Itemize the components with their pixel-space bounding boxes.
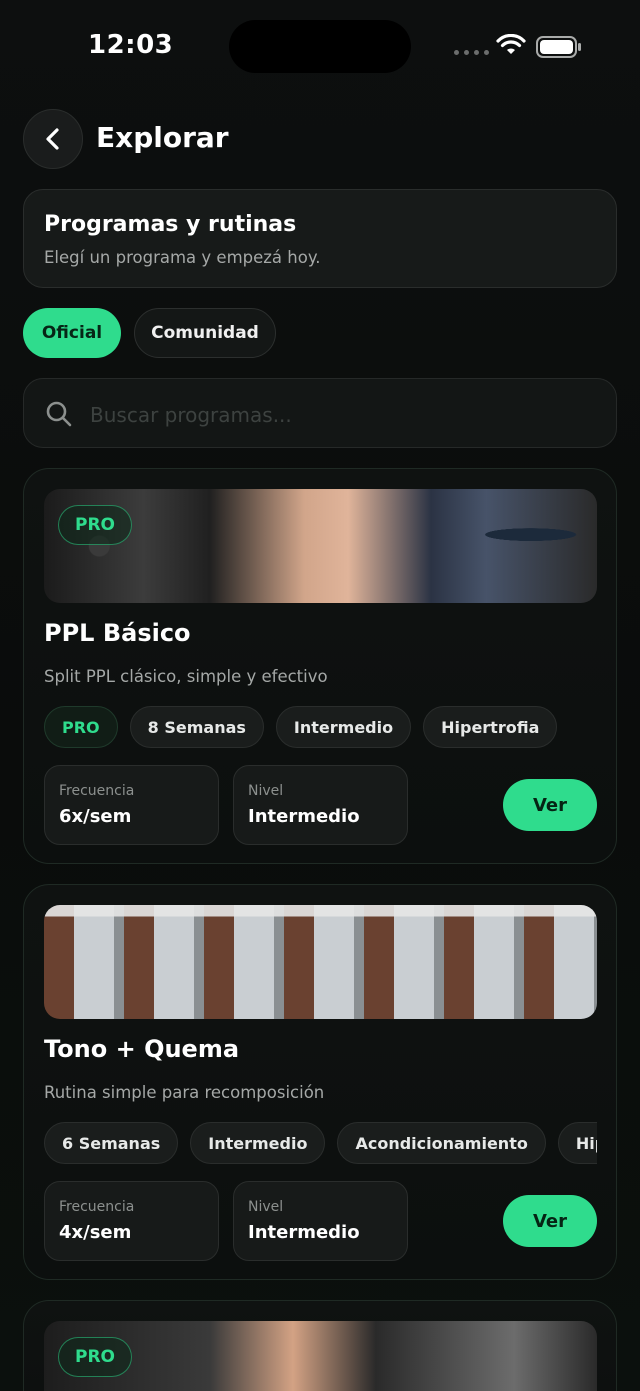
program-tags: 6 Semanas Intermedio Acondicionamiento H… — [44, 1122, 597, 1164]
program-title: PPL Básico — [44, 619, 191, 647]
tag-chip: Intermedio — [275, 706, 412, 748]
view-program-button[interactable]: Ver — [503, 1195, 597, 1247]
stat-label: Frecuencia — [59, 783, 135, 799]
tag-chip: 8 Semanas — [129, 706, 264, 748]
stat-frequency: Frecuencia 6x/sem — [44, 765, 219, 845]
search-bar[interactable] — [23, 378, 617, 448]
stat-level: Nivel Intermedio — [233, 1181, 408, 1261]
intro-card: Programas y rutinas Elegí un programa y … — [23, 189, 617, 288]
back-button[interactable] — [23, 109, 83, 169]
tab-oficial[interactable]: Oficial — [23, 308, 121, 358]
search-input[interactable] — [88, 397, 592, 433]
stat-value: Intermedio — [248, 806, 360, 827]
search-icon — [46, 401, 72, 427]
intro-title: Programas y rutinas — [44, 212, 297, 237]
stat-label: Nivel — [248, 1199, 284, 1215]
stat-value: Intermedio — [248, 1222, 360, 1243]
stat-label: Nivel — [248, 783, 284, 799]
explore-screen: 12:03 Explorar Programas y rutinas Elegí… — [0, 0, 640, 1391]
program-image — [44, 905, 597, 1019]
back-chevron-icon — [46, 128, 59, 150]
dynamic-island — [229, 20, 411, 73]
program-image: PRO — [44, 1321, 597, 1391]
tag-chip: Acondicionamiento — [337, 1122, 546, 1164]
program-description: Rutina simple para recomposición — [44, 1083, 325, 1102]
wifi-icon — [496, 33, 526, 60]
program-title: Tono + Quema — [44, 1035, 240, 1063]
pro-badge: PRO — [58, 1337, 132, 1377]
stat-level: Nivel Intermedio — [233, 765, 408, 845]
page-title: Explorar — [96, 121, 229, 154]
stat-frequency: Frecuencia 4x/sem — [44, 1181, 219, 1261]
status-time: 12:03 — [88, 30, 174, 60]
tab-comunidad[interactable]: Comunidad — [134, 308, 276, 358]
intro-subtitle: Elegí un programa y empezá hoy. — [44, 248, 321, 267]
stat-label: Frecuencia — [59, 1199, 135, 1215]
tag-chip: PRO — [44, 706, 118, 748]
program-card[interactable]: PRO PPL Básico Split PPL clásico, simple… — [23, 468, 617, 864]
signal-icon — [454, 50, 489, 55]
tag-chip: Hipertrofia — [557, 1122, 597, 1164]
tag-chip: 6 Semanas — [44, 1122, 179, 1164]
tag-chip: Hipertrofia — [423, 706, 558, 748]
stat-value: 4x/sem — [59, 1222, 132, 1243]
program-tags: PRO 8 Semanas Intermedio Hipertrofia — [44, 706, 597, 748]
view-program-button[interactable]: Ver — [503, 779, 597, 831]
battery-icon — [536, 36, 582, 62]
program-description: Split PPL clásico, simple y efectivo — [44, 667, 328, 686]
pro-badge: PRO — [58, 505, 132, 545]
stat-value: 6x/sem — [59, 806, 132, 827]
program-image: PRO — [44, 489, 597, 603]
program-card[interactable]: Tono + Quema Rutina simple para recompos… — [23, 884, 617, 1280]
tag-chip: Intermedio — [190, 1122, 326, 1164]
program-card[interactable]: PRO — [23, 1300, 617, 1391]
